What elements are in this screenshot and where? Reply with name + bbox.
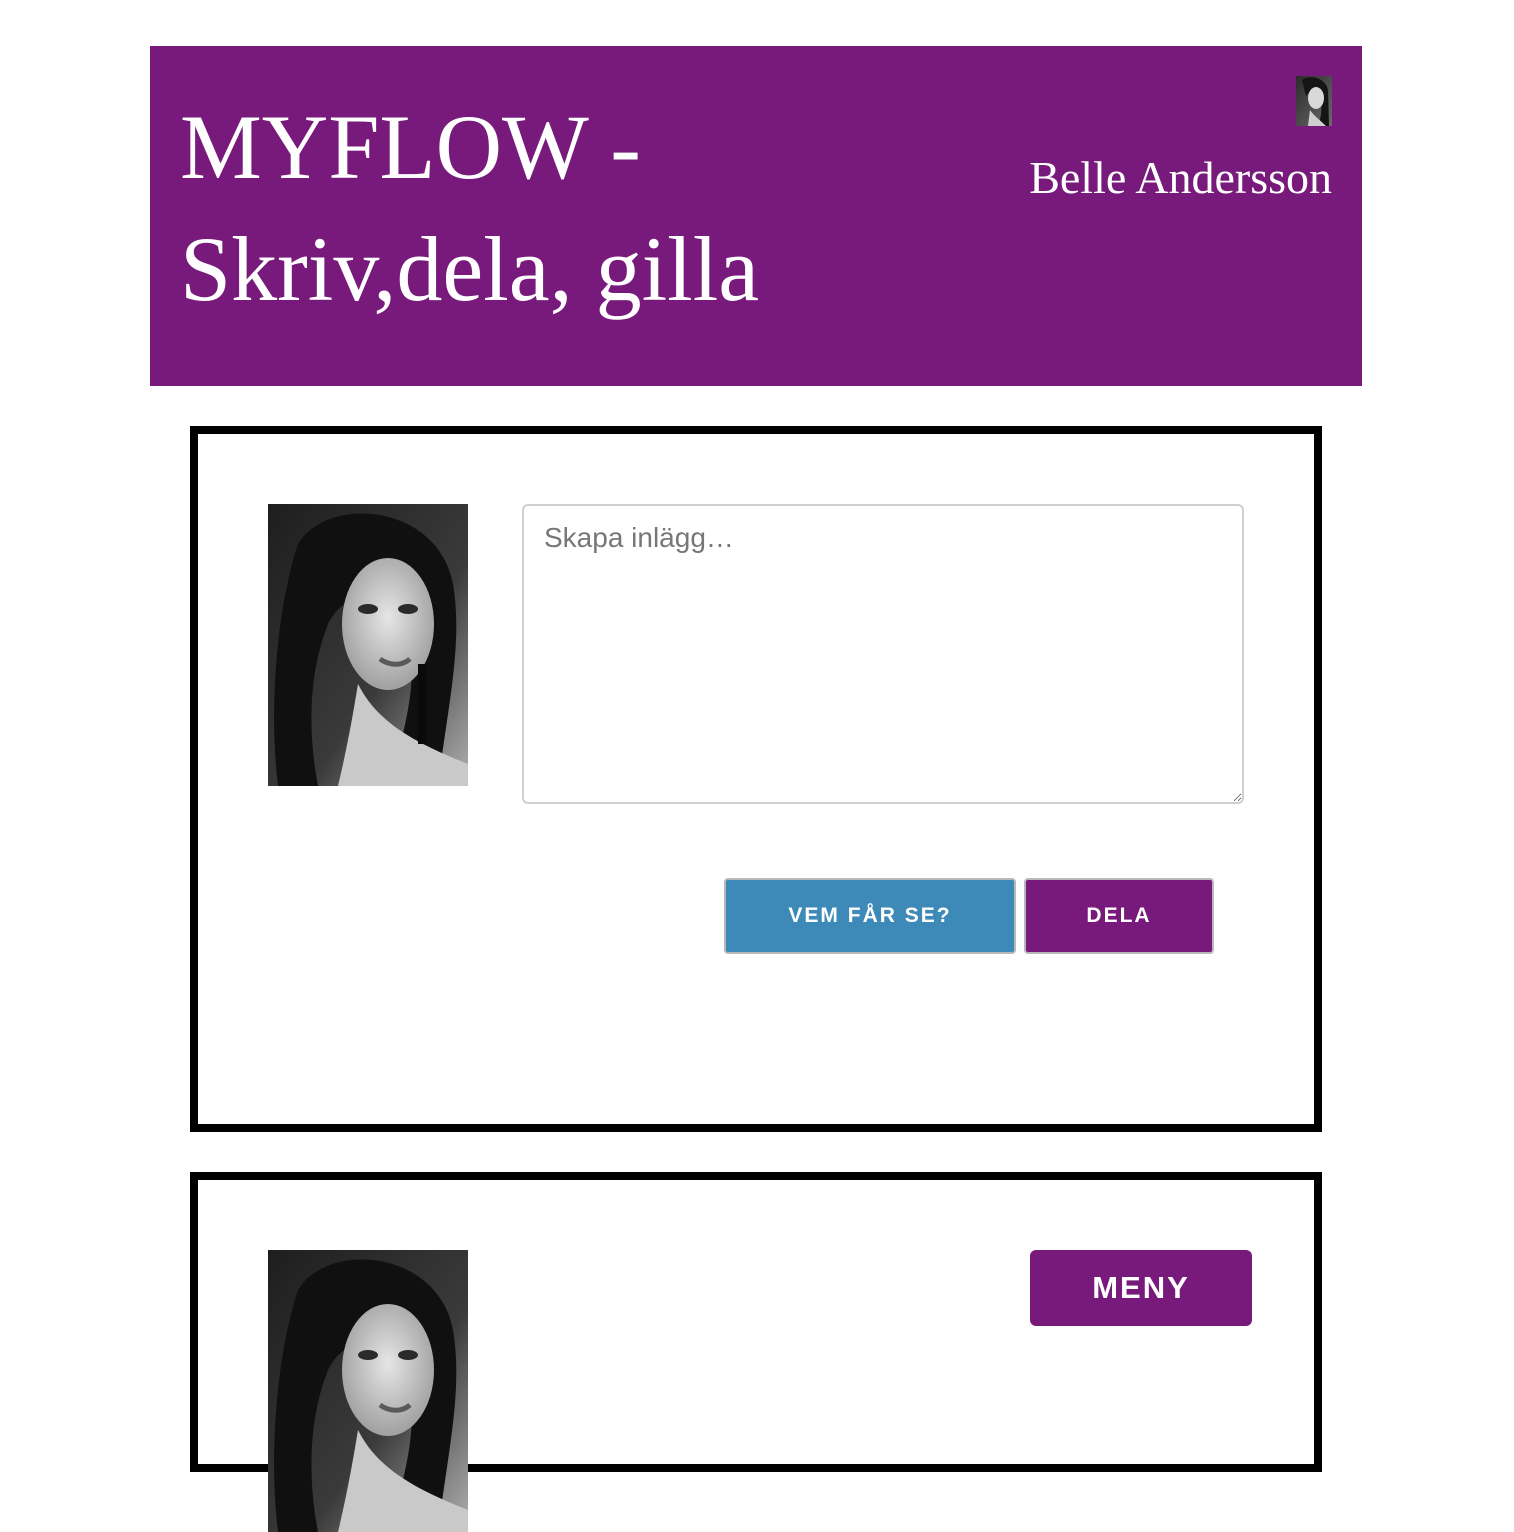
share-button[interactable]: DELA xyxy=(1024,878,1214,954)
user-portrait-icon xyxy=(268,504,468,786)
visibility-button[interactable]: VEM FÅR SE? xyxy=(724,878,1016,954)
post-menu-button[interactable]: MENY xyxy=(1030,1250,1252,1326)
site-title: MYFLOW - Skriv,dela, gilla xyxy=(180,96,760,320)
composer-card: VEM FÅR SE? DELA xyxy=(190,426,1322,1132)
post-card: MENY xyxy=(190,1172,1322,1532)
site-header: MYFLOW - Skriv,dela, gilla Belle Anderss… xyxy=(150,46,1362,386)
header-avatar[interactable] xyxy=(1296,76,1332,126)
user-portrait-icon xyxy=(268,1250,468,1532)
post-input[interactable] xyxy=(522,504,1244,804)
header-username[interactable]: Belle Andersson xyxy=(1029,150,1332,206)
post-author-avatar xyxy=(268,1250,468,1532)
user-avatar-icon xyxy=(1296,76,1332,126)
composer-avatar xyxy=(268,504,468,786)
